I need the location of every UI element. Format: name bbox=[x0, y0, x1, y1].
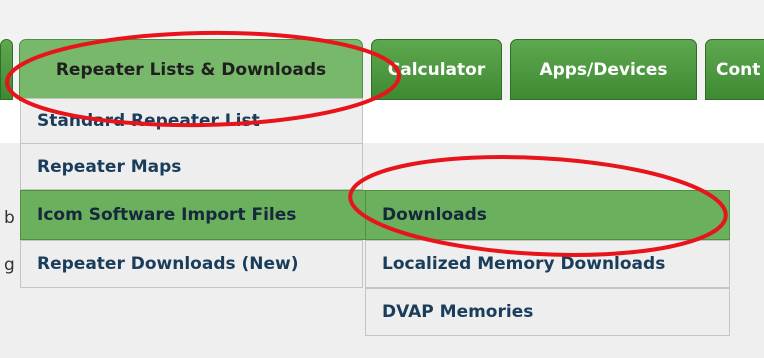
annotation-overlay bbox=[5, 30, 728, 257]
annotation-circle-downloads bbox=[348, 155, 728, 257]
annotation-circle-repeater-tab bbox=[5, 30, 401, 128]
